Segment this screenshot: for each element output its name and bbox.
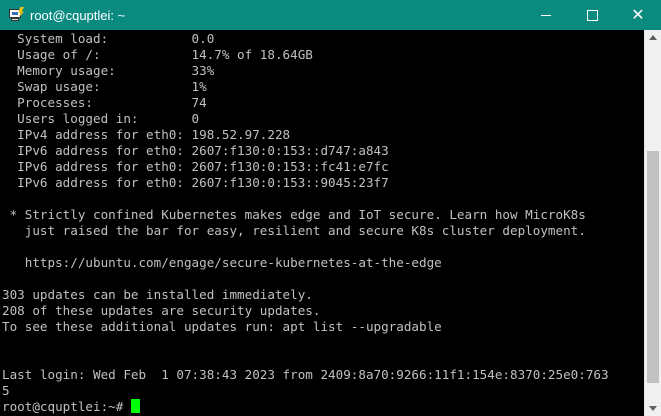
terminal-window: root@cquptlei: ~ ✕ System load: 0.0 Usag… <box>0 0 661 416</box>
terminal-line: IPv4 address for eth0: 198.52.97.228 <box>2 127 291 142</box>
terminal-line: 303 updates can be installed immediately… <box>2 287 313 302</box>
terminal-line: IPv6 address for eth0: 2607:f130:0:153::… <box>2 159 389 174</box>
scrollbar-thumb[interactable] <box>647 151 659 383</box>
putty-app-icon[interactable] <box>8 7 24 23</box>
terminal-line: Processes: 74 <box>2 95 207 110</box>
terminal-line: IPv6 address for eth0: 2607:f130:0:153::… <box>2 143 389 158</box>
terminal-line: Memory usage: 33% <box>2 63 215 78</box>
window-controls: ✕ <box>523 0 661 30</box>
scroll-down-icon[interactable] <box>649 406 657 411</box>
terminal-line: https://ubuntu.com/engage/secure-kuberne… <box>2 255 442 270</box>
terminal-output[interactable]: System load: 0.0 Usage of /: 14.7% of 18… <box>0 30 644 416</box>
shell-prompt: root@cquptlei:~# <box>2 399 131 414</box>
terminal-line: To see these additional updates run: apt… <box>2 319 442 334</box>
terminal-line: * Strictly confined Kubernetes makes edg… <box>2 207 586 222</box>
terminal-line: just raised the bar for easy, resilient … <box>2 223 586 238</box>
window-title: root@cquptlei: ~ <box>30 7 126 23</box>
close-icon: ✕ <box>631 5 645 24</box>
terminal-line: 5 <box>2 383 10 398</box>
text-cursor <box>130 399 140 413</box>
minimize-button[interactable] <box>523 0 569 30</box>
title-bar[interactable]: root@cquptlei: ~ ✕ <box>0 0 661 30</box>
maximize-icon <box>586 9 598 21</box>
minimize-icon <box>541 14 551 16</box>
terminal-line: 208 of these updates are security update… <box>2 303 321 318</box>
terminal-line: Users logged in: 0 <box>2 111 200 126</box>
terminal-line: Usage of /: 14.7% of 18.64GB <box>2 47 313 62</box>
prompt-line[interactable]: root@cquptlei:~# <box>2 399 140 415</box>
maximize-button[interactable] <box>569 0 615 30</box>
terminal-line: Swap usage: 1% <box>2 79 207 94</box>
terminal-line: IPv6 address for eth0: 2607:f130:0:153::… <box>2 175 389 190</box>
vertical-scrollbar[interactable] <box>644 30 661 416</box>
terminal-line: System load: 0.0 <box>2 31 215 46</box>
close-button[interactable]: ✕ <box>615 0 661 30</box>
scroll-up-icon[interactable] <box>649 35 657 40</box>
terminal-line: Last login: Wed Feb 1 07:38:43 2023 from… <box>2 367 609 382</box>
